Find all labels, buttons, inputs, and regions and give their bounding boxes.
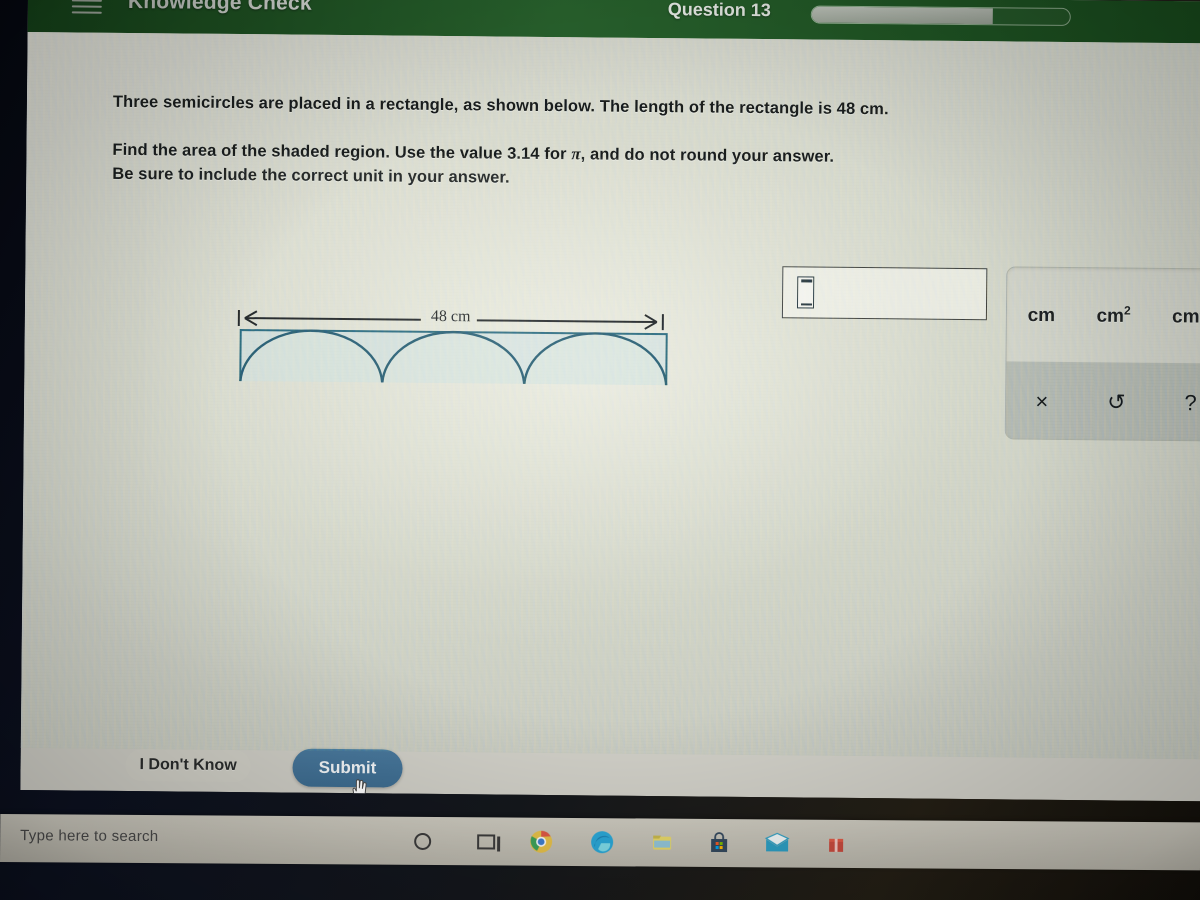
search-input[interactable]: Type here to search: [20, 827, 158, 845]
progress-bar: [810, 5, 1071, 27]
unit-palette: cm cm2 cm3 × ↺ ?: [1004, 266, 1200, 442]
unit-cm-button[interactable]: cm: [1017, 296, 1065, 333]
prompt-line-1: Three semicircles are placed in a rectan…: [112, 92, 889, 119]
windows-taskbar: ⚲ Type here to search: [0, 814, 1200, 871]
mail-icon[interactable]: [763, 829, 791, 857]
edge-icon[interactable]: [588, 828, 616, 856]
unit-cm-cubed-button[interactable]: cm3: [1162, 298, 1200, 335]
question-counter: Question 13: [667, 0, 771, 21]
hamburger-menu-icon[interactable]: [71, 0, 102, 17]
question-prompt: Three semicircles are placed in a rectan…: [112, 91, 1043, 195]
microsoft-store-icon[interactable]: [705, 829, 733, 857]
unit-cm-base: cm: [1027, 304, 1056, 327]
prompt-line-2-b: , and do not round your answer.: [580, 145, 835, 167]
help-icon[interactable]: ?: [1172, 388, 1200, 418]
search-icon[interactable]: ⚲: [0, 828, 6, 847]
monitor-screen: Knowledge Check Question 13 Three semici…: [20, 0, 1200, 802]
submit-button[interactable]: Submit: [292, 748, 403, 788]
dimension-label: 48 cm: [430, 307, 471, 326]
unit-cm3-base: cm: [1171, 306, 1200, 328]
screen-glare: [141, 153, 1047, 722]
pi-symbol: π: [571, 144, 581, 164]
question-body: Three semicircles are placed in a rectan…: [20, 31, 1200, 802]
copyright-footer: © 2021 McGraw-Hill Education. All Rights…: [20, 789, 1200, 802]
file-explorer-icon[interactable]: [648, 829, 676, 857]
answer-input[interactable]: [781, 266, 988, 321]
prompt-line-2-a: Find the area of the shaded region. Use …: [112, 141, 572, 164]
unit-cm-squared-button[interactable]: cm2: [1086, 297, 1141, 334]
text-caret-icon: [796, 276, 815, 309]
gift-app-icon[interactable]: [822, 830, 850, 858]
dont-know-button[interactable]: I Don't Know: [125, 748, 251, 783]
clear-icon[interactable]: ×: [1023, 386, 1060, 416]
cortana-circle-icon[interactable]: [408, 827, 436, 855]
unit-cm2-exp: 2: [1123, 303, 1131, 318]
knowledge-check-app: Knowledge Check Question 13 Three semici…: [20, 0, 1200, 802]
photograph-of-monitor: Knowledge Check Question 13 Three semici…: [0, 0, 1200, 900]
chrome-icon[interactable]: [527, 828, 555, 856]
unit-cm2-base: cm: [1096, 305, 1125, 327]
unit-buttons-row: cm cm2 cm3: [1006, 267, 1200, 363]
tool-buttons-row: × ↺ ?: [1005, 361, 1200, 442]
progress-bar-fill: [811, 6, 993, 25]
page-title: Knowledge Check: [127, 0, 312, 15]
undo-icon[interactable]: ↺: [1095, 387, 1138, 417]
task-view-icon[interactable]: [472, 827, 500, 855]
